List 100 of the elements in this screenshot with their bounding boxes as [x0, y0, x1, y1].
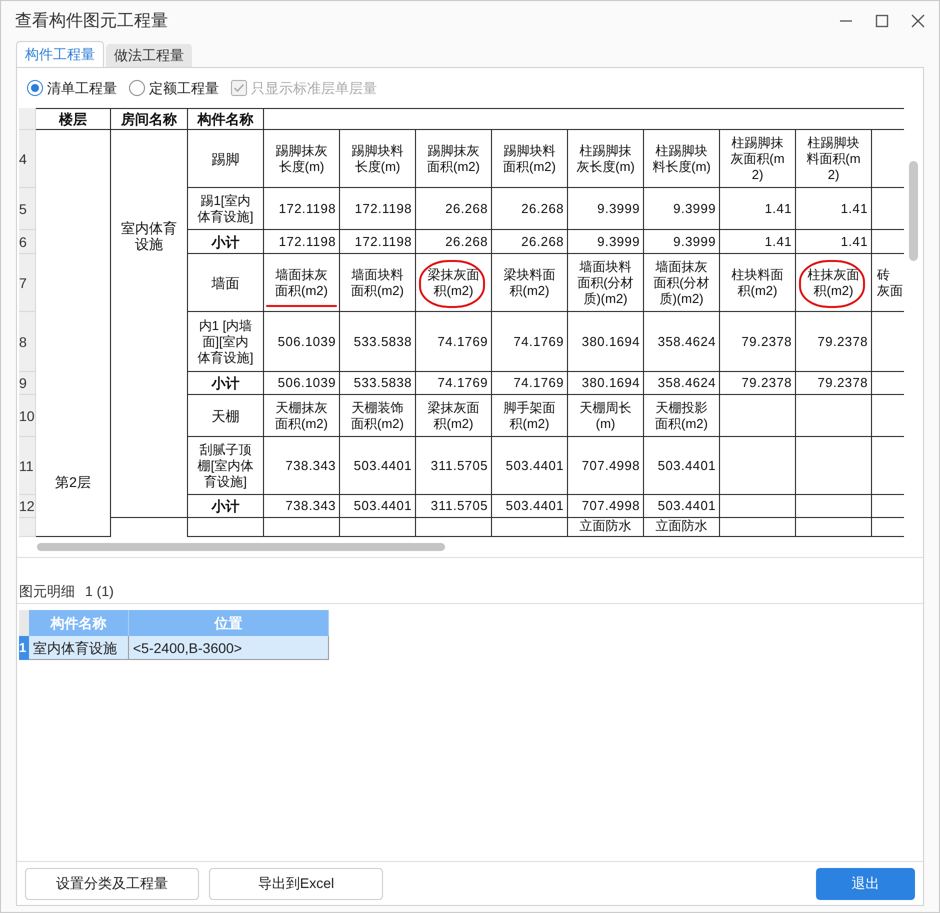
column-header: 柱踢脚抹灰面积(m2): [720, 130, 796, 188]
table-cell: 311.5705: [416, 437, 492, 495]
table-cell: 79.2378: [720, 312, 796, 372]
table-cell: 358.4624: [644, 312, 720, 372]
column-header: 梁抹灰面积(m2): [416, 254, 492, 312]
option-label: 清单工程量: [47, 78, 117, 98]
table-cell: 1.41: [796, 188, 872, 230]
column-header: 踢脚块料面积(m2): [492, 130, 568, 188]
column-header: 踢脚块料长度(m): [340, 130, 416, 188]
column-header: 构件名称: [188, 108, 264, 130]
table-cell: 26.268: [416, 230, 492, 254]
column-header: 柱踢脚块料长度(m): [644, 130, 720, 188]
component-cell: 墙面: [188, 254, 264, 312]
tab[interactable]: 做法工程量: [106, 44, 192, 67]
settings-button[interactable]: 设置分类及工程量: [25, 868, 199, 900]
row-number: 8: [19, 312, 36, 372]
table-cell: 503.4401: [340, 437, 416, 495]
table-cell: 533.5838: [340, 372, 416, 395]
table-cell: 358.4624: [644, 372, 720, 395]
table-cell: 74.1769: [416, 372, 492, 395]
table-cell: 79.2378: [720, 372, 796, 395]
column-header: 位置: [129, 610, 329, 636]
table-cell: 172.1198: [264, 188, 340, 230]
component-cell: 踢脚: [188, 130, 264, 188]
table-cell: 1.41: [796, 230, 872, 254]
column-header: 墙面块料面积(分材质)(m2): [568, 254, 644, 312]
room-cell: 室内体育设施: [111, 130, 188, 518]
row-number: 7: [19, 254, 36, 312]
table-cell: 503.4401: [644, 495, 720, 518]
export-button[interactable]: 导出到Excel: [209, 868, 383, 900]
row-number: 4: [19, 130, 36, 188]
column-header: 梁块料面积(m2): [492, 254, 568, 312]
row-number: 9: [19, 372, 36, 395]
table-cell: 172.1198: [340, 230, 416, 254]
subtotal-label: 小计: [188, 495, 264, 518]
column-header: 柱踢脚块料面积(m2): [796, 130, 872, 188]
column-header: 踢脚抹灰长度(m): [264, 130, 340, 188]
column-header: 柱块料面积(m2): [720, 254, 796, 312]
table-cell: 9.3999: [644, 230, 720, 254]
close-icon[interactable]: [911, 14, 925, 28]
column-header: 构件名称: [29, 610, 129, 636]
row-number: 1: [19, 636, 29, 660]
option-label: 只显示标准层单层量: [251, 78, 377, 98]
table-cell: 79.2378: [796, 372, 872, 395]
table-cell: 311.5705: [416, 495, 492, 518]
maximize-icon[interactable]: [875, 14, 889, 28]
table-cell: 1.41: [720, 230, 796, 254]
column-header: 天棚抹灰面积(m2): [264, 395, 340, 437]
column-header: 楼层: [36, 108, 111, 130]
table-cell: 172.1198: [340, 188, 416, 230]
table-cell: 79.2378: [796, 312, 872, 372]
option-label: 定额工程量: [149, 78, 219, 98]
radio-button[interactable]: [27, 80, 43, 96]
element-count: 1 (1): [85, 582, 114, 601]
table-cell: 503.4401: [492, 437, 568, 495]
table-cell[interactable]: 室内体育设施: [29, 636, 129, 660]
component-cell: 内1 [内墙面][室内体育设施]: [188, 312, 264, 372]
column-header: 天棚装饰面积(m2): [340, 395, 416, 437]
table-cell: 503.4401: [644, 437, 720, 495]
table-cell: 26.268: [492, 230, 568, 254]
row-number: 10: [19, 395, 36, 437]
panel-title: 图元明细: [19, 582, 75, 600]
table-cell: 707.4998: [568, 495, 644, 518]
table-cell: 26.268: [416, 188, 492, 230]
row-header: [19, 518, 36, 537]
component-cell: 天棚: [188, 395, 264, 437]
tab[interactable]: 构件工程量: [16, 41, 104, 67]
corner-cell: [19, 610, 29, 636]
radio-button[interactable]: [129, 80, 145, 96]
corner-cell: [19, 108, 36, 130]
table-cell: 707.4998: [568, 437, 644, 495]
subtotal-label: 小计: [188, 230, 264, 254]
table-cell: 172.1198: [264, 230, 340, 254]
horizontal-scrollbar[interactable]: [37, 543, 445, 551]
column-header: 柱抹灰面积(m2): [796, 254, 872, 312]
vertical-scrollbar[interactable]: [909, 161, 918, 261]
table-cell: 738.343: [264, 437, 340, 495]
row-number: 11: [19, 437, 36, 495]
subtotal-label: 小计: [188, 372, 264, 395]
column-header: 墙面抹灰面积(m2): [264, 254, 340, 312]
table-cell: 380.1694: [568, 372, 644, 395]
column-header: 房间名称: [111, 108, 188, 130]
row-number: 6: [19, 230, 36, 254]
table-cell: 506.1039: [264, 312, 340, 372]
table-cell: 9.3999: [568, 188, 644, 230]
table-cell: 74.1769: [492, 372, 568, 395]
column-header: 天棚周长(m): [568, 395, 644, 437]
table-cell[interactable]: <5-2400,B-3600>: [129, 636, 329, 660]
table-cell: 9.3999: [644, 188, 720, 230]
row-number: 5: [19, 188, 36, 230]
component-cell: 踢1[室内体育设施]: [188, 188, 264, 230]
column-header: 墙面块料面积(m2): [340, 254, 416, 312]
table-cell: 738.343: [264, 495, 340, 518]
component-cell: 刮腻子顶棚[室内体育设施]: [188, 437, 264, 495]
column-header: 立面防水: [568, 518, 644, 537]
row-number: 12: [19, 495, 36, 518]
column-header: 柱踢脚抹灰长度(m): [568, 130, 644, 188]
exit-button[interactable]: 退出: [816, 868, 915, 900]
column-header: 踢脚抹灰面积(m2): [416, 130, 492, 188]
table-cell: 506.1039: [264, 372, 340, 395]
